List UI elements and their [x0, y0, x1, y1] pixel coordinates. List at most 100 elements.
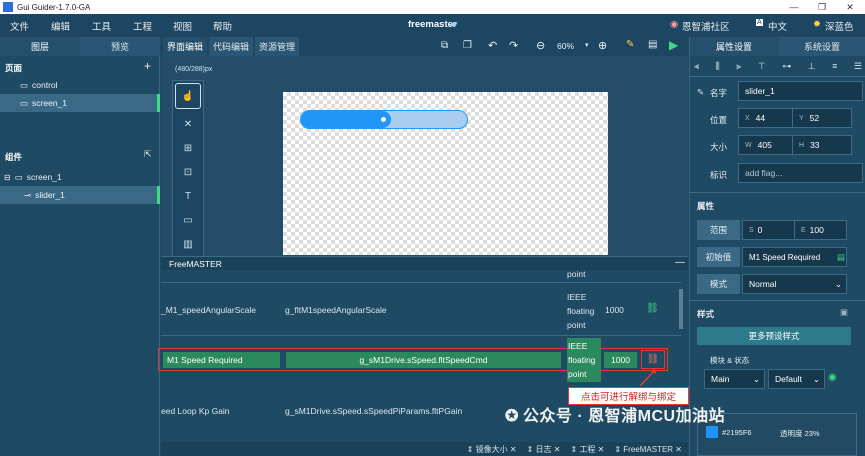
y-input[interactable]: Y 52 — [792, 108, 852, 128]
slider-indicator — [301, 111, 391, 128]
align-right-icon[interactable]: ⫸ — [736, 61, 741, 72]
maximize-button[interactable]: ❐ — [808, 0, 836, 14]
language-icon: A — [756, 19, 763, 26]
eye-icon[interactable]: ◉ — [828, 372, 837, 383]
align-bottom-icon[interactable]: ⊥ — [808, 61, 816, 72]
page-item-control[interactable]: ▭ control — [0, 76, 160, 94]
theme-select[interactable]: 深蓝色 — [825, 19, 854, 33]
distribute-h-icon[interactable]: ≡ — [832, 61, 837, 72]
undo-icon[interactable]: ↶ — [488, 39, 497, 52]
monitor-icon: ▭ — [20, 79, 29, 90]
row2-name[interactable]: M1 Speed Required — [163, 352, 280, 368]
status-project[interactable]: ⇕ 工程 ✕ — [570, 444, 604, 455]
pages-title: 页面 — [5, 63, 23, 73]
status-log[interactable]: ⇕ 日志 ✕ — [527, 444, 561, 455]
name-input[interactable]: slider_1 — [738, 81, 863, 101]
menu-help[interactable]: 帮助 — [213, 19, 232, 33]
scrollbar[interactable] — [679, 289, 683, 329]
chart-widget-icon[interactable]: ▥ — [177, 235, 199, 253]
distribute-v-icon[interactable]: ☰ — [854, 61, 862, 72]
component-item-screen-1[interactable]: ⊟ ▭ screen_1 — [0, 168, 160, 186]
align-toolbar: ⫷ ⫼ ⫸ ⊤ ⊶ ⊥ ≡ ☰ — [694, 61, 862, 72]
menu-view[interactable]: 视图 — [173, 19, 192, 33]
minimize-panel-icon[interactable]: — — [675, 257, 685, 268]
left-pane: 页面 + ▭ control ▭ screen_1 组件 ⇱ ⊟ ▭ screen_1… — [0, 56, 160, 456]
copy-icon[interactable]: ⧉ — [441, 40, 448, 51]
tab-code-editor[interactable]: 代码编辑 — [209, 37, 253, 56]
status-image-size[interactable]: ⇕ 镜像大小 ✕ — [467, 444, 517, 455]
mode-label: 模式 — [697, 274, 740, 294]
canvas-size-label: (480/288)px — [175, 66, 213, 73]
range-start-input[interactable]: S0 — [742, 220, 795, 240]
text-icon[interactable]: T — [177, 187, 199, 205]
close-button[interactable]: ✕ — [836, 0, 864, 14]
add-page-icon[interactable]: + — [144, 59, 151, 73]
mode-select[interactable]: Normal ⌄ — [742, 274, 847, 294]
row0-type: point — [567, 269, 586, 279]
divider — [690, 192, 865, 193]
init-value-input[interactable]: M1 Speed Required — [742, 247, 847, 267]
generate-icon[interactable]: ✎ — [626, 39, 634, 50]
part-select[interactable]: Main ⌄ — [704, 369, 765, 389]
wechat-icon: ✪ — [505, 408, 519, 425]
expand-icon[interactable]: ⇱ — [144, 149, 152, 160]
align-middle-icon[interactable]: ⊶ — [782, 61, 791, 72]
minimize-button[interactable]: — — [780, 0, 808, 14]
zoom-out-icon[interactable]: ⊖ — [536, 39, 545, 52]
flag-label: 标识 — [710, 170, 728, 180]
export-icon[interactable]: ▤ — [648, 39, 657, 50]
community-link[interactable]: 恩智浦社区 — [682, 19, 730, 33]
w-input[interactable]: W 405 — [738, 135, 793, 155]
component-item-slider-1[interactable]: ⊸ slider_1 — [0, 186, 160, 204]
menu-tools[interactable]: 工具 — [92, 19, 111, 33]
zoom-in-icon[interactable]: ⊕ — [598, 39, 607, 52]
status-freemaster[interactable]: ⇕ FreeMASTER ✕ — [614, 445, 682, 454]
center-toolbar: 界面编辑 代码编辑 资源管理 ⧉ ❐ ↶ ↷ ⊖ 60% ▾ ⊕ ✎ ▤ ▶ — [161, 37, 688, 56]
menu-project[interactable]: 工程 — [133, 19, 152, 33]
link-icon[interactable]: ⛓ — [646, 303, 659, 314]
unbind-link-icon[interactable]: ⛓ — [641, 350, 665, 369]
select-hand-icon[interactable]: ☝ — [175, 83, 201, 109]
edit-icon: ✎ — [697, 87, 705, 97]
range-end-input[interactable]: E 100 — [794, 220, 847, 240]
state-select[interactable]: Default ⌄ — [768, 369, 825, 389]
tab-resources[interactable]: 资源管理 — [255, 37, 299, 56]
folder-icon[interactable]: ▰ — [450, 19, 457, 30]
page-item-screen-1[interactable]: ▭ screen_1 — [0, 94, 160, 112]
align-center-icon[interactable]: ⫼ — [716, 61, 720, 72]
divider — [690, 76, 865, 77]
align-top-icon[interactable]: ⊤ — [758, 61, 766, 72]
row3-variable: g_sM1Drive.sSpeed.sSpeedPiParams.fltPGai… — [285, 406, 463, 416]
status-bar: ⇕ 镜像大小 ✕ ⇕ 日志 ✕ ⇕ 工程 ✕ ⇕ FreeMASTER ✕ — [161, 442, 688, 456]
align-left-icon[interactable]: ⫷ — [694, 61, 699, 72]
collapse-icon[interactable]: ⊟ — [4, 173, 11, 182]
left-tabs: 图层 预览 — [0, 37, 160, 56]
tab-ui-editor[interactable]: 界面编辑 — [163, 37, 207, 56]
h-input[interactable]: H 33 — [792, 135, 852, 155]
x-input[interactable]: X 44 — [738, 108, 798, 128]
menu-edit[interactable]: 编辑 — [51, 19, 70, 33]
paste-icon[interactable]: ❐ — [463, 40, 472, 51]
row2-variable[interactable]: g_sM1Drive.sSpeed.fltSpeedCmd — [286, 352, 561, 368]
tab-system-settings[interactable]: 系统设置 — [778, 37, 865, 56]
color-swatch[interactable] — [706, 426, 718, 438]
more-styles-button[interactable]: 更多预设样式 — [697, 327, 851, 345]
row3-name: eed Loop Kp Gain — [161, 406, 230, 416]
zoom-level[interactable]: 60% — [557, 41, 574, 51]
variable-list-icon[interactable]: ▤ — [837, 252, 845, 263]
collapse-arrows-icon[interactable]: ✕ — [177, 115, 199, 133]
menu-file[interactable]: 文件 — [10, 19, 29, 33]
redo-icon[interactable]: ↷ — [509, 39, 518, 52]
tab-properties[interactable]: 属性设置 — [690, 37, 778, 56]
tab-layers[interactable]: 图层 — [0, 37, 80, 56]
tab-preview[interactable]: 预览 — [80, 37, 160, 56]
language-select[interactable]: 中文 — [768, 19, 787, 33]
flag-input[interactable]: add flag... — [738, 163, 863, 183]
image-icon[interactable]: ⊡ — [177, 163, 199, 181]
chevron-down-icon[interactable]: ▾ — [585, 41, 589, 49]
run-icon[interactable]: ▶ — [669, 38, 678, 52]
layout-icon[interactable]: ⊞ — [177, 139, 199, 157]
slider-knob[interactable] — [381, 117, 386, 122]
button-widget-icon[interactable]: ▭ — [177, 211, 199, 229]
style-delete-icon[interactable]: ▣ — [840, 307, 848, 318]
